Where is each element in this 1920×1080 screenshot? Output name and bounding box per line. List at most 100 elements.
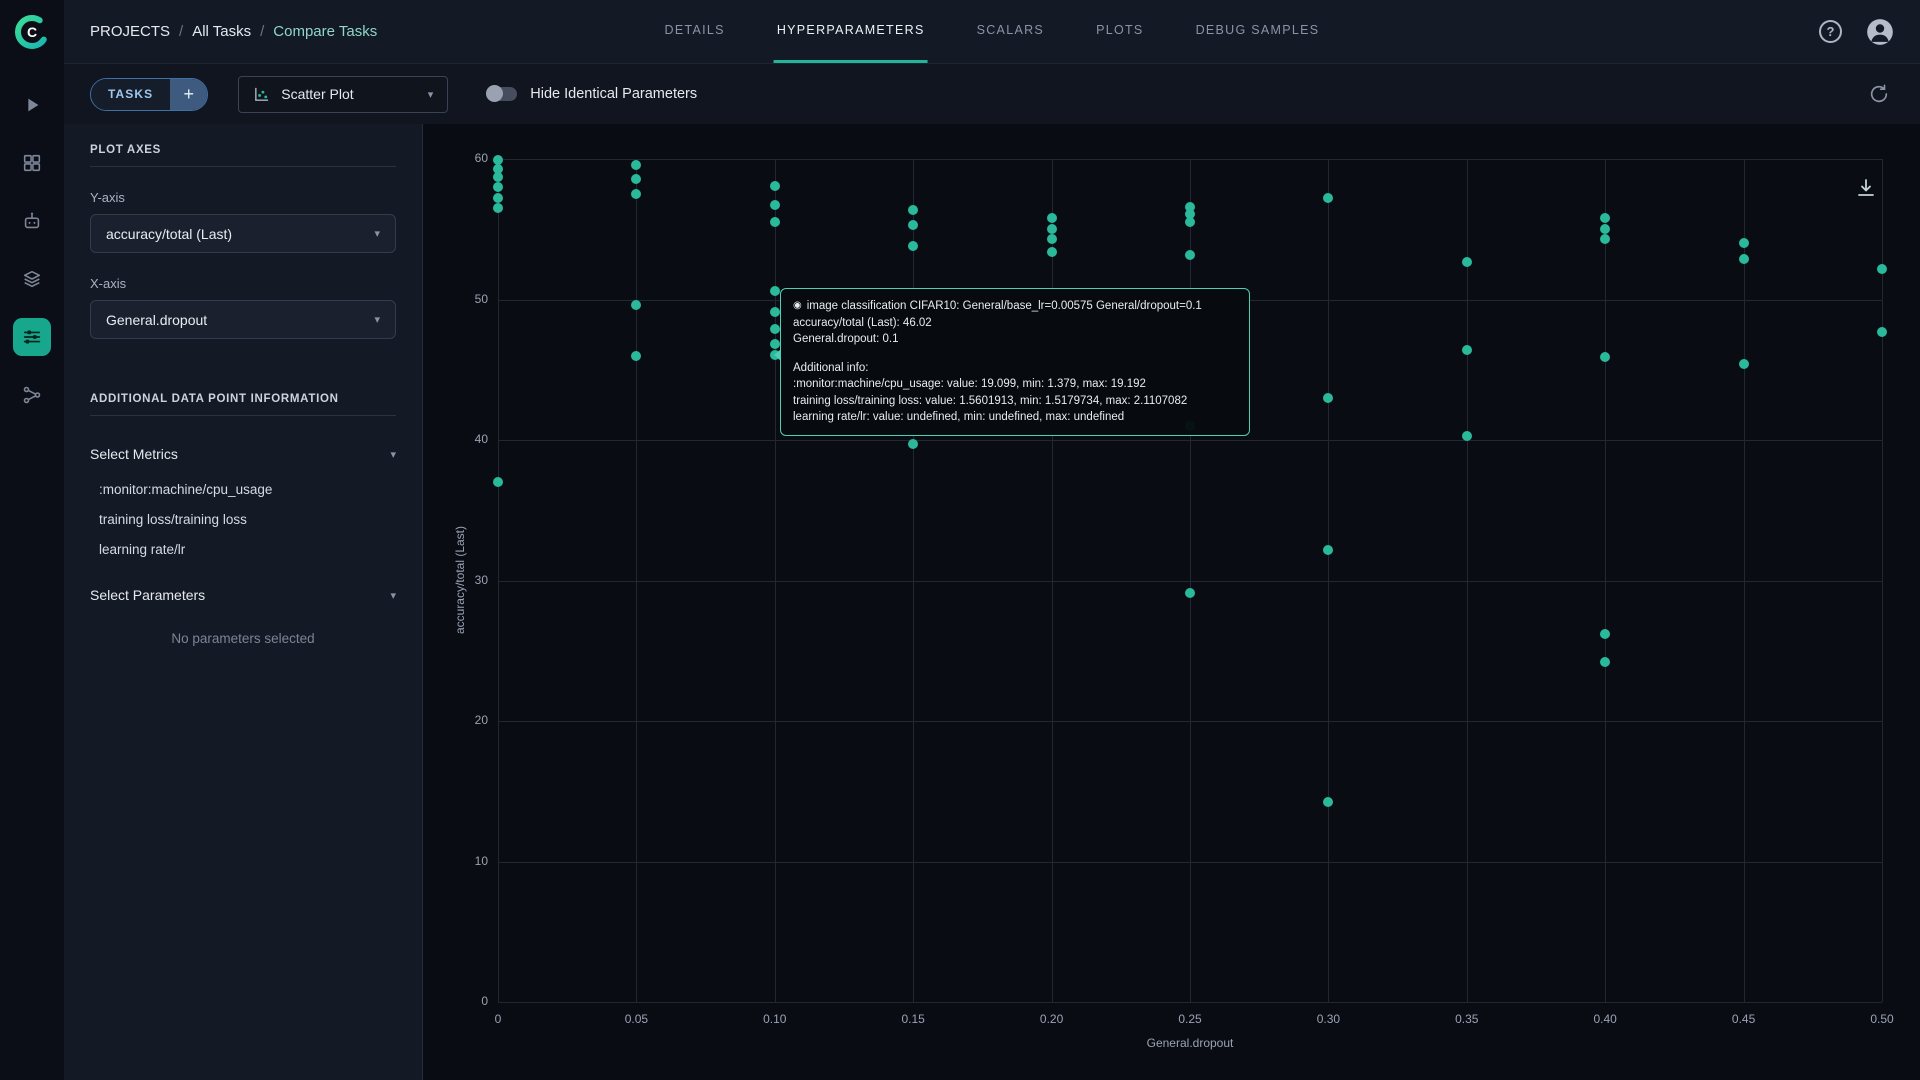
scatter-point[interactable] [1323, 392, 1334, 403]
scatter-point[interactable] [908, 220, 919, 231]
plot-type-dropdown[interactable]: Scatter Plot ▾ [238, 75, 449, 113]
scatter-point[interactable] [1461, 256, 1472, 267]
y-axis-value: accuracy/total (Last) [106, 225, 233, 242]
tooltip-title: image classification CIFAR10: General/ba… [806, 300, 1202, 312]
toggle-knob [486, 85, 504, 102]
scatter-point[interactable] [493, 477, 503, 488]
top-bar: PROJECTS / All Tasks / Compare Tasks DET… [64, 0, 1920, 64]
svg-text:C: C [27, 24, 37, 40]
clearml-logo[interactable]: C [0, 0, 64, 64]
tooltip-marker-icon: ◉ [793, 300, 802, 311]
no-parameters-text: No parameters selected [171, 631, 315, 646]
scatter-point[interactable] [1323, 193, 1334, 204]
download-plot-button[interactable] [1854, 176, 1878, 200]
tooltip-additional-line: learning rate/lr: value: undefined, min:… [793, 411, 1125, 423]
scatter-point[interactable] [1046, 234, 1057, 245]
x-tick-label: 0.25 [1178, 1012, 1202, 1026]
scatter-point[interactable] [631, 159, 642, 170]
breadcrumb-separator: / [260, 23, 265, 40]
nav-icon-datasets[interactable] [13, 260, 51, 298]
breadcrumb: PROJECTS / All Tasks / Compare Tasks [90, 23, 377, 40]
scatter-point[interactable] [1046, 213, 1057, 223]
divider [90, 415, 396, 416]
scatter-point[interactable] [769, 180, 780, 191]
nav-icon-getting-started[interactable] [13, 86, 51, 124]
user-avatar-icon [1867, 18, 1893, 45]
select-metrics-row[interactable]: Select Metrics ▾ [90, 446, 396, 462]
scatter-point[interactable] [1323, 544, 1334, 555]
nav-icon-workers[interactable] [13, 202, 51, 240]
scatter-point[interactable] [1600, 213, 1611, 223]
x-axis-title: General.dropout [1146, 1036, 1234, 1050]
scatter-point[interactable] [1600, 352, 1611, 363]
scatter-plot: 0 0.05 0.10 0.15 0.20 0.25 0.30 0.35 0.40 0.45 0.5… [423, 124, 1920, 1080]
scatter-point[interactable] [631, 189, 642, 200]
scatter-point[interactable] [493, 203, 503, 214]
scatter-point[interactable] [1046, 224, 1057, 235]
scatter-point[interactable] [631, 350, 642, 361]
additional-info-title: ADDITIONAL DATA POINT INFORMATION [90, 393, 339, 405]
scatter-point[interactable] [769, 307, 780, 318]
scatter-point[interactable] [1461, 345, 1472, 356]
x-tick-label: 0.50 [1870, 1012, 1894, 1026]
scatter-point[interactable] [1600, 656, 1611, 667]
y-gridline [498, 580, 1882, 582]
add-task-button[interactable]: + [170, 78, 208, 110]
tab-details[interactable]: DETAILS [662, 0, 728, 63]
scatter-point[interactable] [1185, 217, 1195, 228]
scatter-point[interactable] [908, 241, 919, 252]
scatter-point[interactable] [769, 217, 780, 228]
user-avatar[interactable] [1866, 18, 1894, 46]
scatter-point[interactable] [1600, 224, 1611, 235]
scatter-point[interactable] [1877, 326, 1887, 337]
y-gridline [498, 159, 1882, 160]
x-axis-select[interactable]: General.dropout ▾ [90, 300, 396, 339]
scatter-point[interactable] [1738, 253, 1749, 264]
scatter-point[interactable] [908, 204, 919, 215]
scatter-point[interactable] [493, 182, 503, 193]
scatter-point[interactable] [1600, 234, 1611, 245]
select-parameters-row[interactable]: Select Parameters ▾ [90, 587, 396, 603]
scatter-point[interactable] [1185, 249, 1195, 260]
scatter-point[interactable] [631, 173, 642, 184]
plot-type-value: Scatter Plot [281, 86, 354, 102]
breadcrumb-projects[interactable]: PROJECTS [90, 23, 170, 40]
scatter-point[interactable] [769, 339, 780, 350]
y-tick-label: 40 [474, 432, 488, 446]
x-tick-label: 0.35 [1455, 1012, 1479, 1026]
scatter-point[interactable] [769, 324, 780, 334]
scatter-point[interactable] [1185, 588, 1195, 599]
list-item: learning rate/lr [99, 542, 186, 557]
tasks-selector[interactable]: TASKS + [90, 77, 209, 111]
scatter-point[interactable] [769, 200, 780, 211]
breadcrumb-all-tasks[interactable]: All Tasks [192, 23, 251, 40]
scatter-point[interactable] [1600, 628, 1611, 639]
tab-scalars[interactable]: SCALARS [974, 0, 1047, 63]
y-tick-label: 60 [474, 151, 488, 165]
hide-identical-toggle[interactable] [486, 85, 518, 102]
scatter-point[interactable] [1877, 263, 1887, 274]
y-gridline [498, 721, 1882, 722]
nav-icon-projects[interactable] [13, 144, 51, 182]
scatter-point[interactable] [1738, 359, 1749, 370]
scatter-point[interactable] [908, 439, 919, 450]
auto-refresh-button[interactable] [1868, 83, 1890, 105]
scatter-point[interactable] [1046, 246, 1057, 257]
tab-hyperparameters[interactable]: HYPERPARAMETERS [773, 0, 928, 63]
nav-icon-hyperparams-compare[interactable] [13, 318, 51, 356]
tab-plots[interactable]: PLOTS [1093, 0, 1147, 63]
scatter-point[interactable] [769, 286, 780, 297]
help-icon[interactable]: ? [1819, 20, 1842, 43]
scatter-point[interactable] [1738, 238, 1749, 249]
y-axis-select[interactable]: accuracy/total (Last) ▾ [90, 214, 396, 253]
nav-icon-pipelines[interactable] [13, 376, 51, 414]
scatter-point[interactable] [1323, 797, 1334, 808]
scatter-point[interactable] [1461, 430, 1472, 441]
tab-bar: DETAILS HYPERPARAMETERS SCALARS PLOTS DE… [662, 0, 1323, 63]
breadcrumb-compare-tasks[interactable]: Compare Tasks [273, 23, 377, 40]
tab-debug-samples[interactable]: DEBUG SAMPLES [1193, 0, 1323, 63]
scatter-point[interactable] [631, 300, 642, 311]
scatter-point[interactable] [493, 172, 503, 183]
scatter-point[interactable] [493, 193, 503, 204]
tasks-button[interactable]: TASKS [91, 78, 171, 110]
